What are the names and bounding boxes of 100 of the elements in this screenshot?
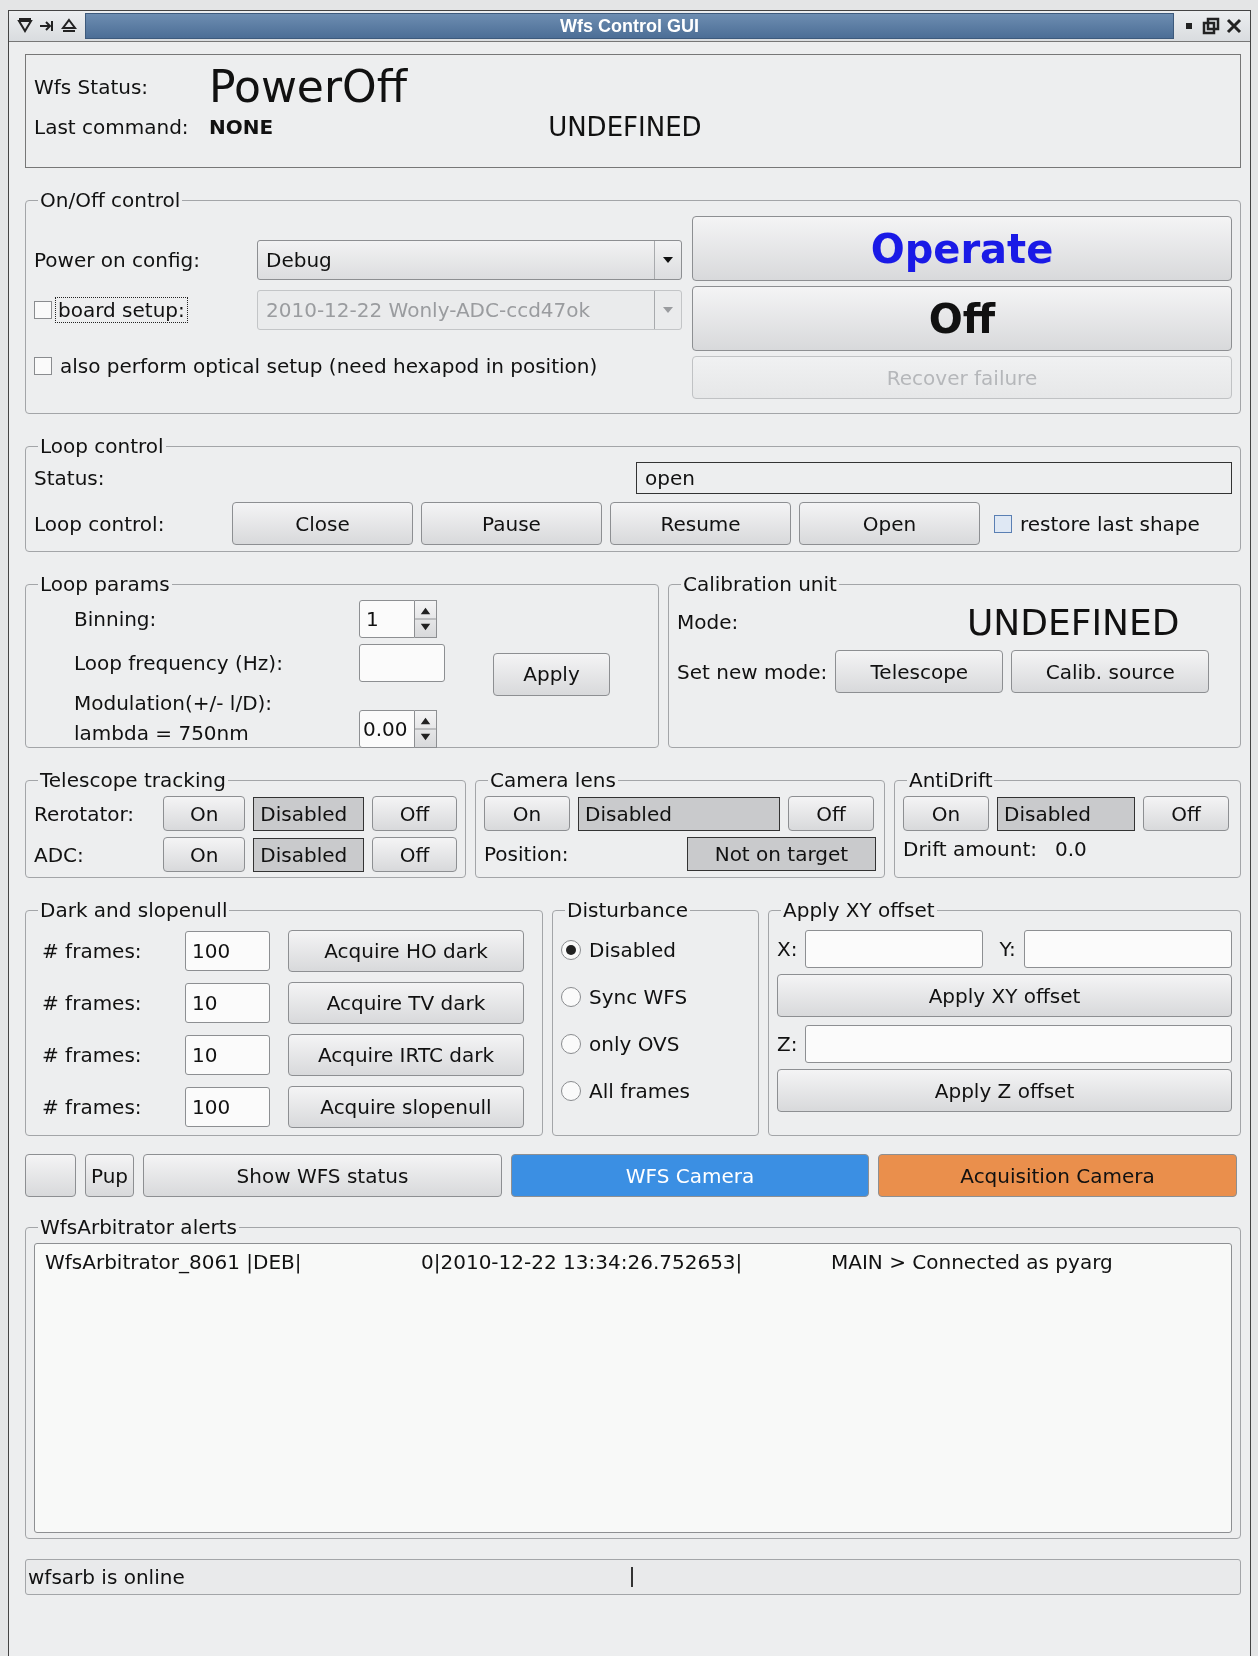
state-display: Not on target	[686, 837, 876, 871]
shade-icon[interactable]	[61, 18, 77, 34]
field-label: # frames:	[42, 1043, 143, 1067]
checkbox-label[interactable]: also perform optical setup (need hexapod in position)	[60, 354, 598, 378]
frequency-field[interactable]	[359, 644, 445, 682]
mode-button[interactable]: Calib. source	[1011, 650, 1210, 693]
on-button[interactable]: On	[163, 796, 246, 831]
off-button[interactable]: Off	[371, 796, 457, 831]
radio-label[interactable]: Sync WFS	[589, 984, 688, 1009]
off-button[interactable]: Off	[1143, 796, 1229, 831]
field-label: # frames:	[42, 1095, 143, 1119]
field-label: # frames:	[42, 939, 143, 963]
camera-button[interactable]: Acquisition Camera	[878, 1154, 1237, 1197]
radio-button[interactable]	[561, 1033, 581, 1054]
field-label: Mode:	[677, 610, 740, 634]
toolbar-button[interactable]: Show WFS status	[143, 1154, 502, 1197]
blank-button[interactable]	[25, 1154, 76, 1197]
last-command-label: Last command:	[34, 115, 190, 139]
checkbox-label[interactable]: restore last shape	[1020, 511, 1200, 536]
field-label: Modulation(+/- l/D):	[74, 690, 274, 717]
off-button[interactable]: Off	[371, 837, 457, 872]
on-button[interactable]: On	[484, 796, 570, 831]
checkbox[interactable]	[34, 357, 52, 375]
field-label: Z:	[777, 1032, 798, 1056]
power-button[interactable]: Off	[692, 286, 1232, 351]
pin-icon[interactable]	[39, 18, 55, 34]
power-button[interactable]: Operate	[692, 216, 1232, 281]
field-label: Power on config:	[34, 248, 202, 272]
maximize-icon[interactable]	[1202, 17, 1220, 35]
dropdown-arrow-icon[interactable]	[662, 256, 674, 264]
loop-button[interactable]: Pause	[421, 502, 602, 545]
radio-button[interactable]	[561, 939, 581, 960]
z-field[interactable]	[805, 1025, 1232, 1063]
group-title: Loop params	[39, 572, 171, 596]
close-icon[interactable]	[1226, 18, 1242, 34]
status-label: Wfs Status:	[34, 74, 150, 99]
group-title: Calibration unit	[682, 572, 838, 596]
field-label: Binning:	[74, 607, 158, 631]
on-button[interactable]: On	[903, 796, 989, 831]
radio-label[interactable]: All frames	[589, 1078, 690, 1103]
group-title: WfsArbitrator alerts	[39, 1215, 238, 1239]
menu-icon[interactable]	[17, 18, 33, 34]
radio-button[interactable]	[561, 1080, 581, 1101]
field-label: ADC:	[34, 842, 85, 867]
checkbox[interactable]	[994, 514, 1012, 533]
toolbar-button[interactable]: Pup	[85, 1154, 134, 1197]
acquire-button[interactable]: Acquire IRTC dark	[288, 1034, 524, 1076]
mode-value: UNDEFINED	[967, 601, 1180, 643]
state-display: Disabled	[578, 796, 780, 831]
config-dropdown[interactable]: Debug	[257, 240, 682, 280]
window-title: Wfs Control GUI	[560, 15, 699, 37]
mode-value: UNDEFINED	[548, 112, 702, 142]
apply-offset-button[interactable]: Apply Z offset	[777, 1069, 1232, 1112]
state-display: Disabled	[253, 837, 364, 872]
alert-time: 0|2010-12-22 13:34:26.752653|	[421, 1250, 744, 1274]
field-label: lambda = 750nm	[74, 720, 250, 747]
group-title: AntiDrift	[908, 768, 994, 792]
binning-field[interactable]: 1	[359, 600, 415, 638]
apply-button[interactable]: Apply	[493, 652, 610, 696]
state-display: Disabled	[253, 796, 364, 831]
spinner-arrows-icon[interactable]	[415, 710, 437, 748]
group-title: Camera lens	[489, 768, 617, 792]
field-label: X:	[777, 937, 798, 961]
loop-button[interactable]: Close	[232, 502, 413, 545]
acquire-button[interactable]: Acquire slopenull	[288, 1086, 524, 1128]
acquire-button[interactable]: Acquire TV dark	[288, 982, 524, 1024]
radio-label[interactable]: Disabled	[589, 937, 676, 962]
group-title: Dark and slopenull	[39, 898, 229, 922]
group-title: On/Off control	[39, 188, 182, 212]
x-field[interactable]	[805, 930, 984, 968]
state-display: Disabled	[997, 796, 1135, 831]
field-label: Set new mode:	[677, 659, 828, 684]
last-command-value: NONE	[209, 115, 274, 139]
field-label: Rerotator:	[34, 801, 136, 826]
mode-button[interactable]: Telescope	[835, 650, 1004, 693]
group-title: Apply XY offset	[782, 898, 936, 922]
alert-source: WfsArbitrator_8061 |DEB|	[45, 1250, 303, 1274]
field-label: Position:	[484, 842, 570, 866]
apply-offset-button[interactable]: Apply XY offset	[777, 974, 1232, 1017]
frames-field[interactable]: 100	[185, 931, 270, 971]
radio-label[interactable]: only OVS	[589, 1031, 680, 1056]
field-label: Status:	[34, 466, 105, 490]
off-button[interactable]: Off	[788, 796, 874, 831]
frames-field[interactable]: 10	[185, 983, 270, 1023]
y-field[interactable]	[1023, 930, 1232, 968]
spinner-arrows-icon[interactable]	[415, 600, 437, 638]
loop-button[interactable]: Resume	[610, 502, 791, 545]
status-readout: open	[636, 462, 1232, 494]
group-title: Telescope tracking	[39, 768, 227, 792]
frames-field[interactable]: 100	[185, 1087, 270, 1127]
alert-message: MAIN > Connected as pyarg	[831, 1250, 1113, 1274]
modulation-field[interactable]: 0.00	[359, 710, 415, 748]
status-message: wfsarb is online	[26, 1567, 633, 1587]
acquire-button[interactable]: Acquire HO dark	[288, 930, 524, 972]
on-button[interactable]: On	[163, 837, 246, 872]
field-label: Drift amount:	[903, 837, 1037, 861]
group-title: Loop control	[39, 434, 165, 458]
loop-button[interactable]: Open	[799, 502, 980, 545]
frames-field[interactable]: 10	[185, 1035, 270, 1075]
radio-button[interactable]	[561, 986, 581, 1007]
